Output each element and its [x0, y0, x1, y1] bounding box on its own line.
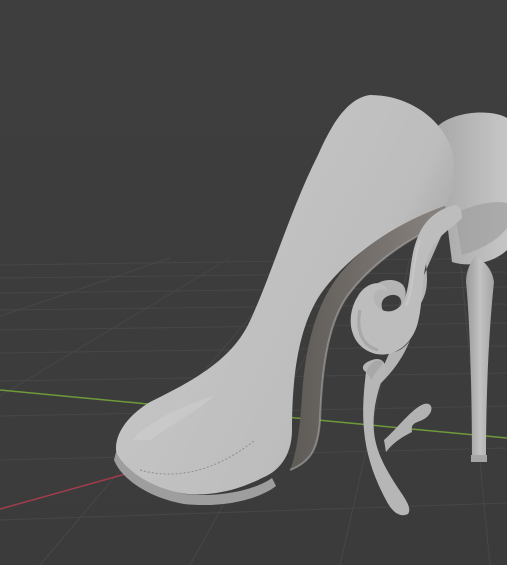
viewport-canvas[interactable]	[0, 0, 507, 565]
3d-viewport[interactable]	[0, 0, 507, 565]
